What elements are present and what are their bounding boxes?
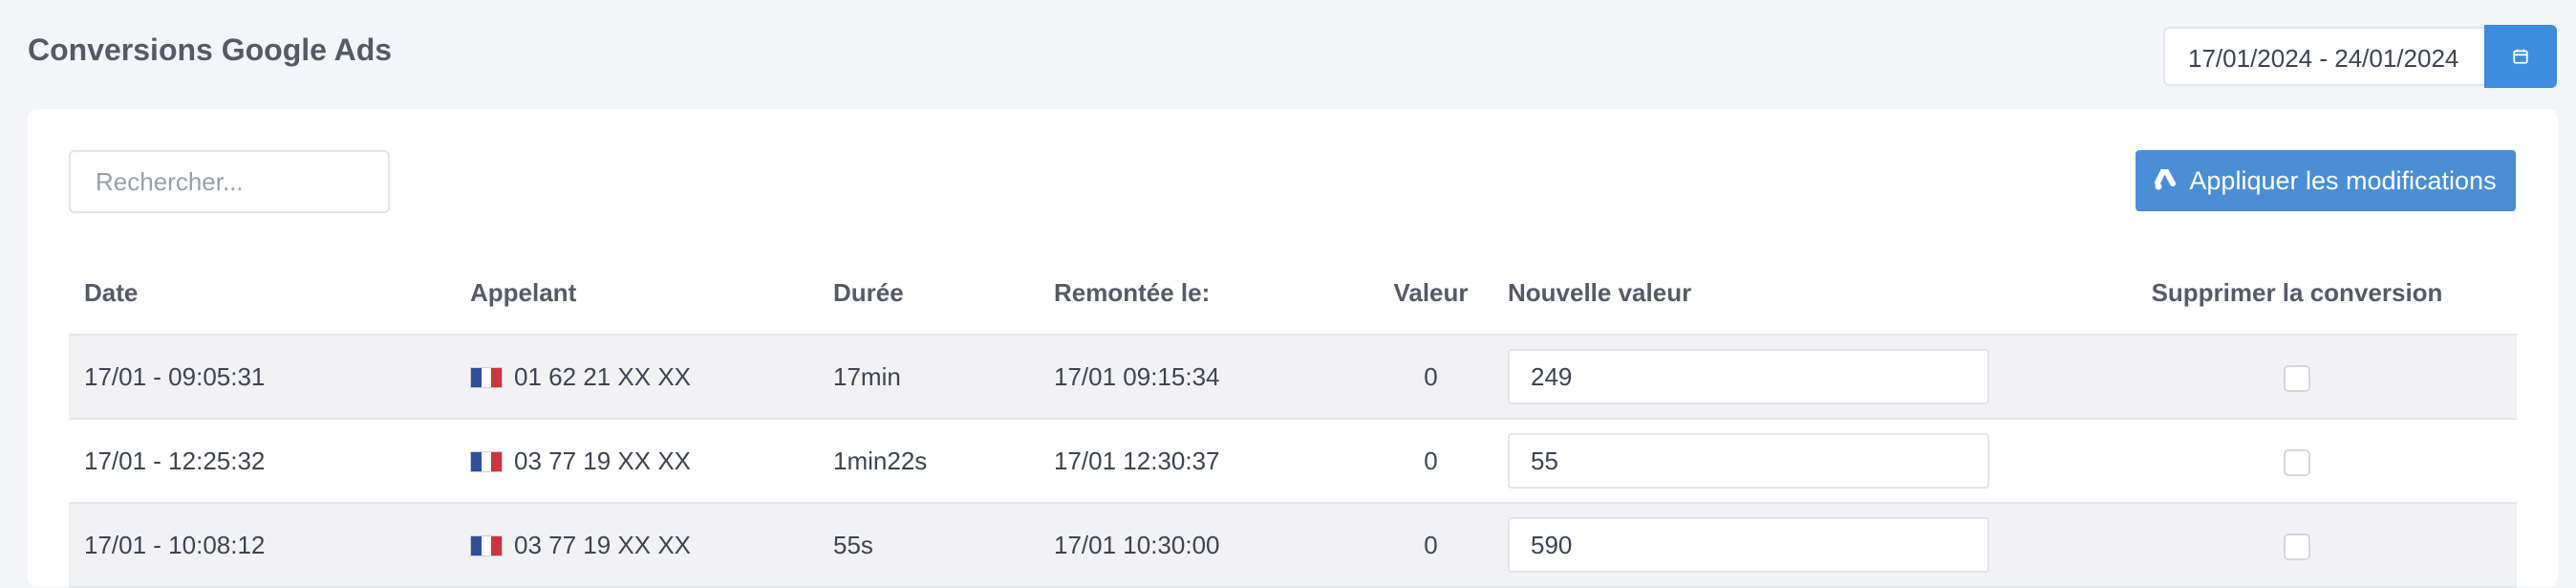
column-header-date[interactable]: Date xyxy=(69,252,455,336)
cell-date: 17/01 - 10:08:12 xyxy=(69,503,455,588)
delete-conversion-checkbox[interactable] xyxy=(2284,448,2310,476)
cell-new-value xyxy=(1492,419,2077,504)
cell-delete xyxy=(2077,503,2517,588)
france-flag-icon xyxy=(470,366,503,388)
cell-duration: 1min22s xyxy=(818,419,1039,504)
caller-number: 01 62 21 XX XX xyxy=(514,361,692,391)
column-header-delete: Supprimer la conversion xyxy=(2077,252,2517,336)
caller-number: 03 77 19 XX XX xyxy=(514,446,692,475)
cell-new-value xyxy=(1492,503,2077,588)
apply-changes-button[interactable]: Appliquer les modifications xyxy=(2136,150,2516,211)
conversions-table: Date Appelant Durée Remontée le: Valeur … xyxy=(69,252,2517,588)
cell-new-value xyxy=(1492,335,2077,420)
cell-duration: 17min xyxy=(818,335,1039,420)
cell-date: 17/01 - 09:05:31 xyxy=(69,335,455,420)
table-row: 17/01 - 10:08:12 03 77 19 XX XX 55s 17/0… xyxy=(69,503,2517,588)
cell-remontee: 17/01 09:15:34 xyxy=(1039,335,1369,420)
page-title: Conversions Google Ads xyxy=(28,33,393,67)
new-value-input[interactable] xyxy=(1508,517,1989,573)
cell-duration: 55s xyxy=(818,503,1039,588)
france-flag-icon xyxy=(470,534,503,556)
cell-caller: 03 77 19 XX XX xyxy=(455,419,818,504)
search-input[interactable] xyxy=(69,150,390,213)
cell-valeur: 0 xyxy=(1369,419,1492,504)
cell-date: 17/01 - 12:25:32 xyxy=(69,419,455,504)
france-flag-icon xyxy=(470,450,503,472)
table-header-row: Date Appelant Durée Remontée le: Valeur … xyxy=(69,252,2517,336)
new-value-input[interactable] xyxy=(1508,433,1989,489)
cell-delete xyxy=(2077,335,2517,420)
cell-caller: 01 62 21 XX XX xyxy=(455,335,818,420)
caller-number: 03 77 19 XX XX xyxy=(514,530,692,559)
cell-valeur: 0 xyxy=(1369,503,1492,588)
table-row: 17/01 - 09:05:31 01 62 21 XX XX 17min 17… xyxy=(69,335,2517,420)
column-header-valeur[interactable]: Valeur xyxy=(1369,252,1492,336)
column-header-remontee[interactable]: Remontée le: xyxy=(1039,252,1369,336)
date-range-input[interactable]: 17/01/2024 - 24/01/2024 xyxy=(2163,27,2484,86)
conversions-card: Appliquer les modifications Date Appelan… xyxy=(28,109,2558,588)
calendar-button[interactable] xyxy=(2484,25,2557,88)
google-ads-icon xyxy=(2155,169,2179,192)
cell-remontee: 17/01 12:30:37 xyxy=(1039,419,1369,504)
cell-delete xyxy=(2077,419,2517,504)
column-header-duration[interactable]: Durée xyxy=(818,252,1039,336)
calendar-icon xyxy=(2513,49,2528,64)
date-range-picker[interactable]: 17/01/2024 - 24/01/2024 xyxy=(2163,25,2557,90)
cell-valeur: 0 xyxy=(1369,335,1492,420)
delete-conversion-checkbox[interactable] xyxy=(2284,533,2310,560)
cell-remontee: 17/01 10:30:00 xyxy=(1039,503,1369,588)
column-header-new-value: Nouvelle valeur xyxy=(1492,252,2077,336)
column-header-caller[interactable]: Appelant xyxy=(455,252,818,336)
delete-conversion-checkbox[interactable] xyxy=(2284,364,2310,392)
cell-caller: 03 77 19 XX XX xyxy=(455,503,818,588)
apply-changes-label: Appliquer les modifications xyxy=(2189,165,2497,195)
table-row: 17/01 - 12:25:32 03 77 19 XX XX 1min22s … xyxy=(69,419,2517,504)
new-value-input[interactable] xyxy=(1508,349,1989,404)
